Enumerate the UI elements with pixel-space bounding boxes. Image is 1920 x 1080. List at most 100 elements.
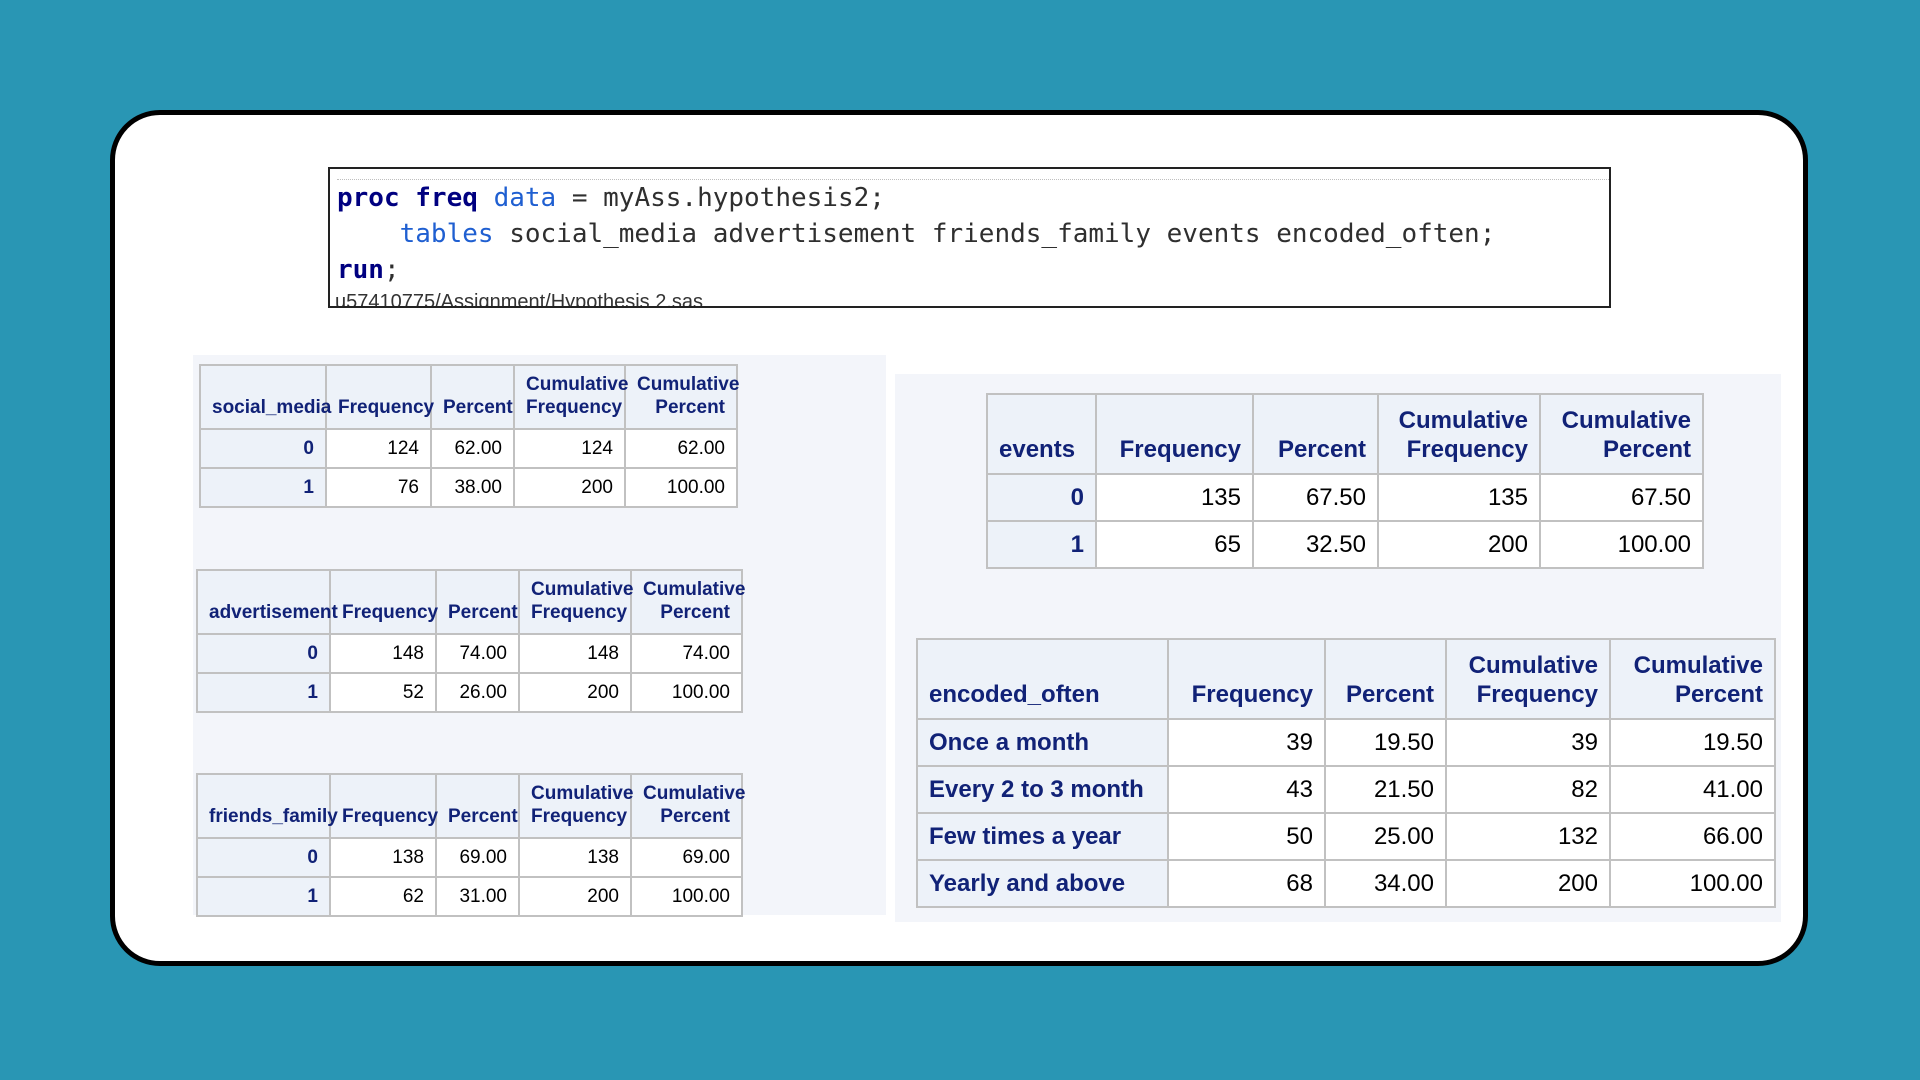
variable-header: friends_family <box>196 773 338 839</box>
table-cell: 148 <box>518 633 632 674</box>
variable-header: social_media <box>199 364 331 430</box>
option-data: data <box>493 183 557 213</box>
column-header: Frequency <box>325 364 434 430</box>
results-panel-left: social_media Frequency Percent Cumulative F… <box>193 355 886 917</box>
file-path: u57410775/Assignment/Hypothesis 2.sas <box>335 291 704 308</box>
column-header: Frequency <box>329 569 438 635</box>
column-header: Percent <box>435 773 520 839</box>
column-header: Cumulative Frequency <box>518 773 633 839</box>
table-cell: 132 <box>1445 812 1611 861</box>
table-cell: 34.00 <box>1324 859 1447 908</box>
row-header: 1 <box>196 876 331 917</box>
table-cell: 148 <box>329 633 437 674</box>
table-row: Once a month 39 19.50 39 19.50 <box>916 718 1776 767</box>
code-editor[interactable]: proc freq data = myAss.hypothesis2; tabl… <box>328 167 1611 308</box>
row-header: 1 <box>196 672 331 713</box>
column-header: Percent <box>1252 393 1379 475</box>
row-header: 0 <box>199 428 327 469</box>
freq-table-encoded-often: encoded_often Frequency Percent Cumulative … <box>916 638 1776 908</box>
column-header: Cumulative Frequency <box>513 364 628 430</box>
table-cell: 52 <box>329 672 437 713</box>
row-header: 0 <box>196 837 331 878</box>
code-text: = myAss.hypothesis2; <box>556 183 885 213</box>
table-cell: 43 <box>1167 765 1326 814</box>
column-header: Cumulative Percent <box>1539 393 1704 475</box>
table-cell: 26.00 <box>435 672 520 713</box>
column-header: Percent <box>430 364 515 430</box>
table-cell: 39 <box>1167 718 1326 767</box>
code-text: ; <box>383 255 400 285</box>
table-cell: 50 <box>1167 812 1326 861</box>
variable-header: events <box>986 393 1097 475</box>
table-cell: 67.50 <box>1539 473 1704 522</box>
column-header: Percent <box>1324 638 1447 720</box>
table-row: 0 135 67.50 135 67.50 <box>986 473 1704 522</box>
header-row: friends_family Frequency Percent Cumulative… <box>196 773 745 839</box>
table-cell: 100.00 <box>624 467 738 508</box>
keyword-proc: proc <box>337 183 400 213</box>
row-header: 1 <box>986 520 1097 569</box>
table-cell: 200 <box>513 467 626 508</box>
code-line-2: tables social_media advertisement friend… <box>337 216 1609 252</box>
header-row: advertisement Frequency Percent Cumulative … <box>196 569 745 635</box>
table-row: Every 2 to 3 month 43 21.50 82 41.00 <box>916 765 1776 814</box>
row-header: Every 2 to 3 month <box>916 765 1169 814</box>
table-cell: 138 <box>329 837 437 878</box>
keyword-freq: freq <box>415 183 478 213</box>
freq-table-advertisement: advertisement Frequency Percent Cumulative … <box>196 569 745 713</box>
table-cell: 31.00 <box>435 876 520 917</box>
row-header: Few times a year <box>916 812 1169 861</box>
table-cell: 200 <box>518 672 632 713</box>
table-cell: 200 <box>1445 859 1611 908</box>
table-cell: 76 <box>325 467 432 508</box>
table-cell: 74.00 <box>630 633 743 674</box>
variable-header: advertisement <box>196 569 338 635</box>
results-panel-right: events Frequency Percent Cumulative Frequen… <box>895 374 1781 922</box>
table-cell: 62.00 <box>430 428 515 469</box>
table-row: 1 62 31.00 200 100.00 <box>196 876 743 917</box>
table-row: 1 52 26.00 200 100.00 <box>196 672 743 713</box>
row-header: 1 <box>199 467 327 508</box>
table-cell: 39 <box>1445 718 1611 767</box>
option-tables: tables <box>399 219 494 249</box>
table-cell: 38.00 <box>430 467 515 508</box>
content-card: proc freq data = myAss.hypothesis2; tabl… <box>110 110 1808 966</box>
table-cell: 100.00 <box>630 672 743 713</box>
table-cell: 69.00 <box>630 837 743 878</box>
table-cell: 41.00 <box>1609 765 1776 814</box>
header-row: events Frequency Percent Cumulative Frequen… <box>986 393 1704 475</box>
column-header: Cumulative Frequency <box>518 569 633 635</box>
table-cell: 200 <box>1377 520 1541 569</box>
row-header: Yearly and above <box>916 859 1169 908</box>
column-header: Frequency <box>329 773 438 839</box>
code-line-1: proc freq data = myAss.hypothesis2; <box>337 180 1609 216</box>
row-header: Once a month <box>916 718 1169 767</box>
column-header: Cumulative Frequency <box>1445 638 1611 720</box>
table-cell: 21.50 <box>1324 765 1447 814</box>
table-cell: 135 <box>1377 473 1541 522</box>
table-row: 0 138 69.00 138 69.00 <box>196 837 743 878</box>
row-header: 0 <box>196 633 331 674</box>
table-row: 0 148 74.00 148 74.00 <box>196 633 743 674</box>
table-cell: 65 <box>1095 520 1254 569</box>
column-header: Cumulative Percent <box>624 364 739 430</box>
table-cell: 66.00 <box>1609 812 1776 861</box>
code-lines: proc freq data = myAss.hypothesis2; tabl… <box>337 179 1609 288</box>
column-header: Frequency <box>1095 393 1254 475</box>
table-cell: 135 <box>1095 473 1254 522</box>
variable-header: encoded_often <box>916 638 1169 720</box>
freq-table-social-media: social_media Frequency Percent Cumulative F… <box>199 364 739 508</box>
header-row: encoded_often Frequency Percent Cumulative … <box>916 638 1776 720</box>
column-header: Percent <box>435 569 520 635</box>
table-cell: 74.00 <box>435 633 520 674</box>
table-row: 1 65 32.50 200 100.00 <box>986 520 1704 569</box>
table-cell: 124 <box>325 428 432 469</box>
table-row: 1 76 38.00 200 100.00 <box>199 467 738 508</box>
table-cell: 19.50 <box>1324 718 1447 767</box>
freq-table-friends-family: friends_family Frequency Percent Cumulative… <box>196 773 745 917</box>
table-cell: 62.00 <box>624 428 738 469</box>
table-row: Few times a year 50 25.00 132 66.00 <box>916 812 1776 861</box>
column-header: Frequency <box>1167 638 1326 720</box>
table-cell: 124 <box>513 428 626 469</box>
